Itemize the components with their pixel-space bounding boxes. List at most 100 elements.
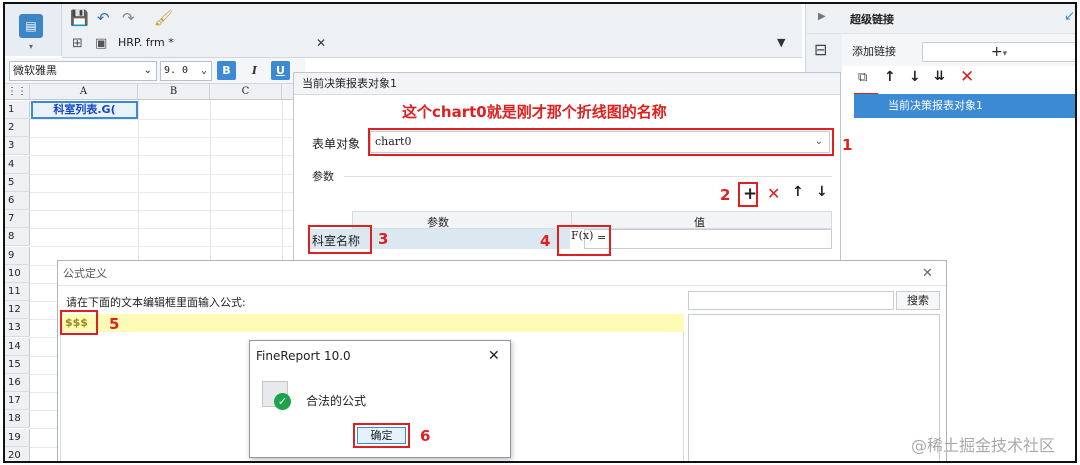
font-size-select[interactable]: 9. 0 ⌄ [160,61,212,81]
step-number: 5 [109,315,120,333]
formula-text[interactable]: $$$ [65,316,88,329]
grid-line [30,210,305,211]
chevron-down-icon: ⌄ [200,65,207,76]
move-down-icon[interactable]: ↓ [816,184,828,200]
row-header[interactable]: 12 [5,301,30,320]
italic-button[interactable]: I [245,61,264,80]
row-header[interactable]: 9 [5,246,30,265]
column-header-c[interactable]: C [210,84,282,100]
redo-icon[interactable]: ↷ [122,9,135,27]
column-header-b[interactable]: B [138,84,210,100]
grid-corner[interactable]: ⋮⋮ [5,84,30,100]
grid-line [30,228,305,230]
delete-icon[interactable]: ✕ [960,67,974,87]
message-dialog: FineReport 10.0 ✕ ✓ 合法的公式 确定 6 [249,340,511,458]
grid-line [30,191,305,193]
row-header[interactable]: 7 [5,210,30,229]
ok-button[interactable]: 确定 [357,427,406,444]
grid-line [30,119,305,120]
sort-icon[interactable]: ⇊ [934,69,945,84]
annotation-note: 这个chart0就是刚才那个折线图的名称 [402,103,667,121]
function-search-input[interactable] [688,291,894,310]
undo-icon[interactable]: ↶ [97,9,110,27]
format-brush-icon[interactable]: 🖌 [154,9,173,27]
row-header[interactable]: 14 [5,337,30,356]
collapse-arrow-icon[interactable]: ▶ [818,11,826,22]
app-window: ▤ ▾ 💾 ↶ ↷ 🖌 ⊞ ▣ HRP. frm * ✕ ▼ 微软雅黑 ⌄ 9.… [3,2,1077,463]
quick-access-toolbar: 💾 ↶ ↷ 🖌 [62,4,802,30]
close-icon[interactable]: ✕ [922,266,933,281]
save-icon[interactable]: 💾 [70,9,89,27]
row-header[interactable]: 16 [5,374,30,392]
step-number: 2 [720,186,731,204]
file-tab[interactable]: HRP. frm * [118,36,174,49]
success-check-icon: ✓ [274,393,291,410]
row-header[interactable]: 1 [5,101,30,119]
plus-icon: + [990,44,1003,60]
grid-line [30,137,305,139]
template-icon[interactable]: ▤ [19,14,43,38]
tab-dropdown-icon[interactable]: ▼ [777,36,785,49]
expand-icon[interactable]: ↙ [1064,9,1075,24]
font-family-select[interactable]: 微软雅黑 ⌄ [9,61,157,81]
column-header-value: 值 [694,216,705,229]
copy-icon[interactable]: ⧉ [858,70,867,85]
params-section-label: 参数 [312,170,334,183]
step-number: 4 [540,232,551,250]
close-tab-icon[interactable]: ✕ [316,36,326,50]
equals-sign: = [597,231,607,244]
underline-button[interactable]: U [271,61,290,80]
template-tab-bar: ⊞ ▣ HRP. frm * ✕ ▼ [62,30,802,58]
dialog-title: 公式定义 [58,261,946,286]
chevron-down-icon[interactable]: ▾ [29,42,33,51]
designer-logo-area: ▤ ▾ [5,4,62,56]
add-link-dropdown[interactable]: +▾ [922,42,1075,62]
row-header[interactable]: 4 [5,155,30,174]
formula-button[interactable]: F(x) [571,229,593,242]
form-icon: ▣ [95,36,108,51]
row-header[interactable]: 15 [5,355,30,374]
move-up-icon[interactable]: ↑ [884,69,896,85]
divider [344,176,832,177]
row-header[interactable]: 13 [5,319,30,338]
watermark: @稀土掘金技术社区 [911,436,1056,455]
side-tool-strip: ⊟ [806,34,842,74]
dialog-title: FineReport 10.0 [256,349,351,363]
step-number: 1 [842,136,853,154]
link-item-label: 当前决策报表对象1 [888,99,983,112]
row-header[interactable]: 8 [5,228,30,247]
link-item-decision-report[interactable]: 当前决策报表对象1 [854,94,1075,118]
row-header[interactable]: 20 [5,446,30,461]
grid-layout-icon[interactable]: ⊞ [72,36,83,51]
bold-button[interactable]: B [217,61,236,80]
chevron-down-icon: ▾ [1002,49,1008,59]
param-value-input[interactable] [584,229,832,249]
row-header[interactable]: 3 [5,137,30,156]
font-family-value: 微软雅黑 [13,64,57,77]
grid-line [30,155,305,157]
formula-current-line [60,314,684,332]
add-param-icon[interactable]: + [743,184,757,204]
function-list[interactable] [688,314,940,461]
add-link-label: 添加链接 [852,45,896,58]
move-down-icon[interactable]: ↓ [909,69,921,85]
move-up-icon[interactable]: ↑ [792,184,804,200]
column-header-a[interactable]: A [30,84,138,100]
decision-report-object-panel: 当前决策报表对象1 这个chart0就是刚才那个折线图的名称 表单对象 char… [293,72,852,277]
row-header[interactable]: 6 [5,192,30,210]
row-header[interactable]: 11 [5,283,30,301]
search-button[interactable]: 搜索 [896,291,940,310]
delete-param-icon[interactable]: ✕ [767,184,780,203]
row-header[interactable]: 10 [5,264,30,283]
close-icon[interactable]: ✕ [488,348,500,364]
grid-line [30,173,305,175]
cell-attribute-icon[interactable]: ⊟ [814,40,827,59]
row-header[interactable]: 2 [5,119,30,138]
form-object-label: 表单对象 [312,137,361,151]
row-header[interactable]: 5 [5,173,30,192]
row-header[interactable]: 17 [5,392,30,411]
row-header[interactable]: 18 [5,410,30,429]
row-header[interactable]: 19 [5,428,30,447]
param-name[interactable]: 科室名称 [312,232,360,249]
cell-a1[interactable]: 科室列表.G( [31,101,138,119]
